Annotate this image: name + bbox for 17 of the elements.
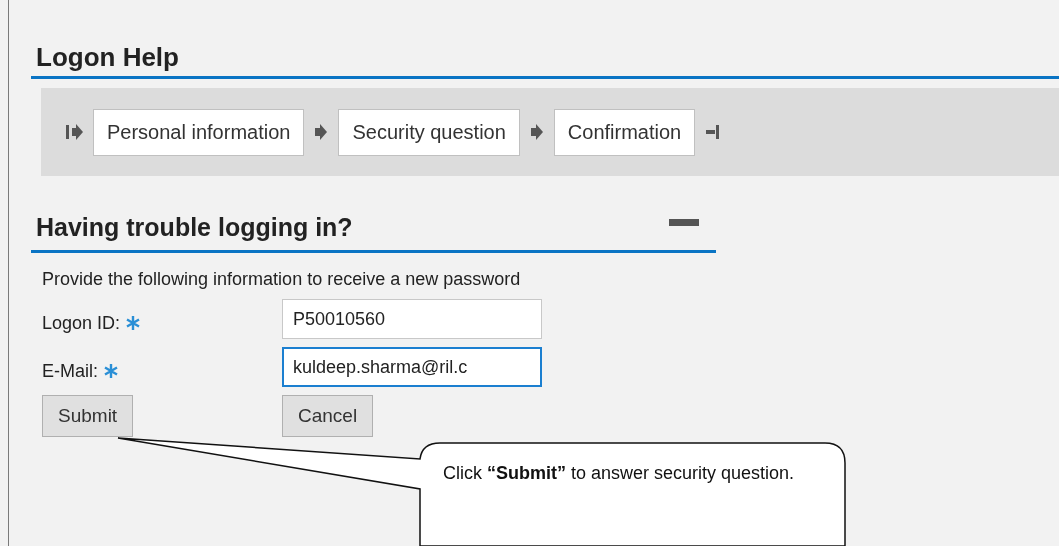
action-button[interactable]: Cancel: [282, 395, 374, 437]
start-arrow-icon: [65, 123, 83, 141]
field-label: E-Mail:: [42, 360, 98, 382]
step-item[interactable]: Confirmation: [553, 108, 696, 156]
instruction-text: Provide the following information to receive a new password: [42, 268, 522, 291]
page-title: Logon Help: [36, 41, 180, 74]
step-item[interactable]: Personal information: [93, 108, 305, 156]
arrow-icon: [314, 123, 329, 141]
input-field[interactable]: P50010560: [282, 299, 542, 339]
end-bar-icon: [705, 123, 722, 141]
step-item[interactable]: Security question: [338, 108, 520, 156]
arrow-icon: [529, 123, 544, 141]
callout-text: Click “Submit” to answer security question.: [443, 462, 796, 485]
input-field[interactable]: kuldeep.sharma@ril.c: [282, 347, 542, 387]
section-title: Having trouble logging in?: [36, 212, 353, 242]
field-label: Logon ID:: [42, 312, 121, 334]
action-button[interactable]: Submit: [42, 395, 134, 437]
